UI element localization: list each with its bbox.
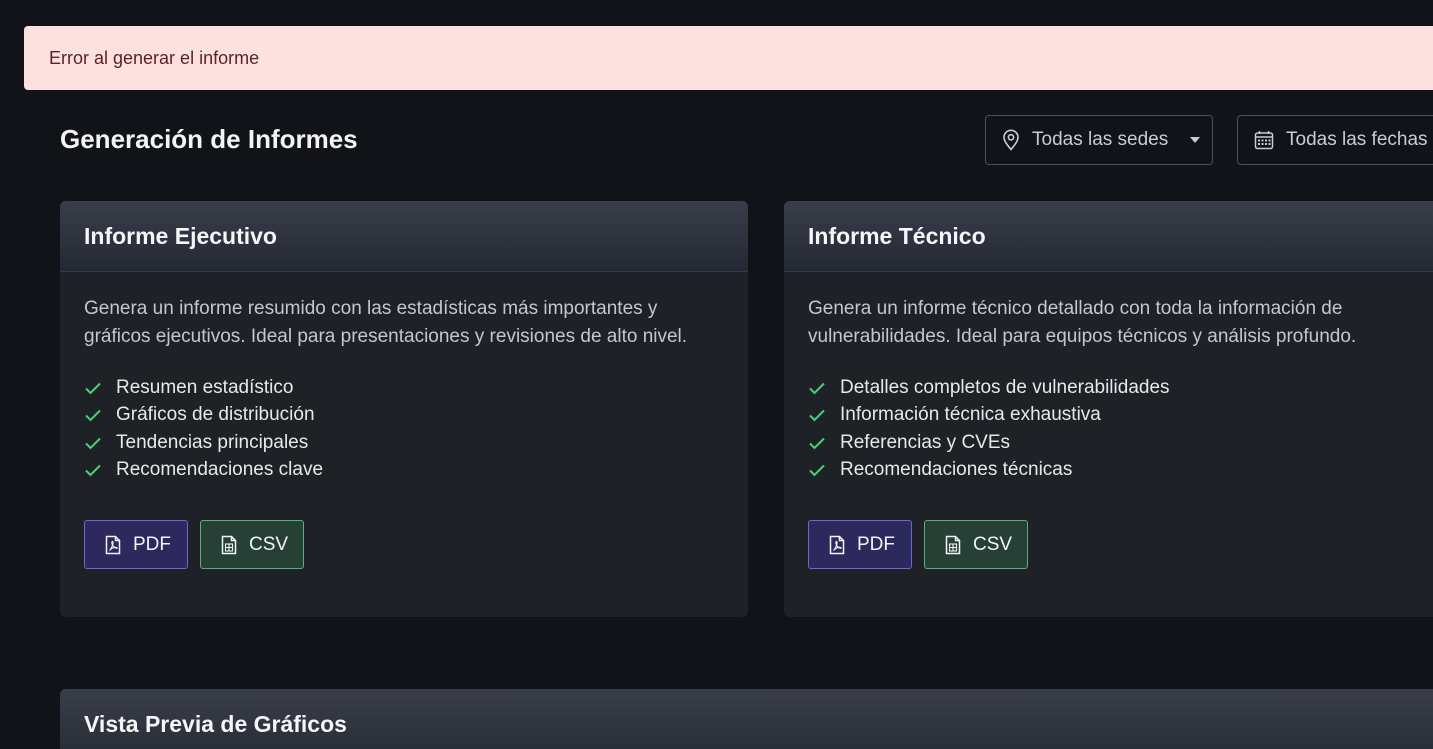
feature-label: Detalles completos de vulnerabilidades <box>840 376 1170 398</box>
feature-label: Resumen estadístico <box>116 376 294 398</box>
feature-label: Gráficos de distribución <box>116 404 315 426</box>
csv-button-label: CSV <box>973 533 1013 555</box>
chart-preview-title: Vista Previa de Gráficos <box>84 711 347 737</box>
pdf-button-label: PDF <box>857 533 895 555</box>
card-description: Genera un informe resumido con las estad… <box>84 298 688 347</box>
check-icon <box>808 408 828 422</box>
technical-pdf-button[interactable]: PDF <box>808 520 912 569</box>
check-icon <box>808 463 828 477</box>
card-header: Informe Técnico <box>784 201 1433 272</box>
technical-csv-button[interactable]: CSV <box>924 520 1028 569</box>
date-filter-dropdown[interactable]: Todas las fechas <box>1237 115 1433 165</box>
date-filter-label: Todas las fechas <box>1286 129 1428 150</box>
executive-csv-button[interactable]: CSV <box>200 520 304 569</box>
map-pin-icon <box>1002 129 1020 151</box>
feature-list: Detalles completos de vulnerabilidades I… <box>808 374 1420 484</box>
page-title: Generación de Informes <box>60 124 358 154</box>
pdf-button-label: PDF <box>133 533 171 555</box>
chart-preview-card: Vista Previa de Gráficos <box>60 689 1433 749</box>
feature-item: Tendencias principales <box>84 429 724 457</box>
feature-item: Referencias y CVEs <box>808 429 1420 457</box>
card-description: Genera un informe técnico detallado con … <box>808 298 1357 347</box>
executive-pdf-button[interactable]: PDF <box>84 520 188 569</box>
feature-item: Información técnica exhaustiva <box>808 402 1420 430</box>
feature-item: Gráficos de distribución <box>84 402 724 430</box>
chevron-down-icon <box>1190 137 1201 143</box>
file-pdf-icon <box>829 535 845 555</box>
check-icon <box>808 436 828 450</box>
calendar-icon <box>1254 130 1274 150</box>
location-filter-label: Todas las sedes <box>1032 129 1169 150</box>
feature-item: Detalles completos de vulnerabilidades <box>808 374 1420 402</box>
check-icon <box>84 436 104 450</box>
feature-label: Recomendaciones técnicas <box>840 459 1073 481</box>
location-filter-dropdown[interactable]: Todas las sedes <box>985 115 1213 165</box>
check-icon <box>84 463 104 477</box>
feature-item: Recomendaciones técnicas <box>808 457 1420 485</box>
feature-label: Tendencias principales <box>116 431 309 453</box>
card-title: Informe Ejecutivo <box>84 222 277 249</box>
executive-report-card: Informe Ejecutivo Genera un informe resu… <box>60 201 748 617</box>
file-pdf-icon <box>105 535 121 555</box>
card-title: Informe Técnico <box>808 222 986 249</box>
feature-item: Recomendaciones clave <box>84 457 724 485</box>
csv-button-label: CSV <box>249 533 289 555</box>
feature-list: Resumen estadístico Gráficos de distribu… <box>84 374 724 484</box>
technical-report-card: Informe Técnico Genera un informe técnic… <box>784 201 1433 617</box>
error-alert: Error al generar el informe <box>24 26 1433 90</box>
file-spreadsheet-icon <box>945 535 961 555</box>
error-alert-message: Error al generar el informe <box>49 47 260 68</box>
check-icon <box>84 408 104 422</box>
feature-label: Recomendaciones clave <box>116 459 324 481</box>
feature-label: Referencias y CVEs <box>840 431 1011 453</box>
feature-label: Información técnica exhaustiva <box>840 404 1101 426</box>
check-icon <box>808 381 828 395</box>
feature-item: Resumen estadístico <box>84 374 724 402</box>
check-icon <box>84 381 104 395</box>
file-spreadsheet-icon <box>221 535 237 555</box>
card-header: Informe Ejecutivo <box>60 201 748 272</box>
